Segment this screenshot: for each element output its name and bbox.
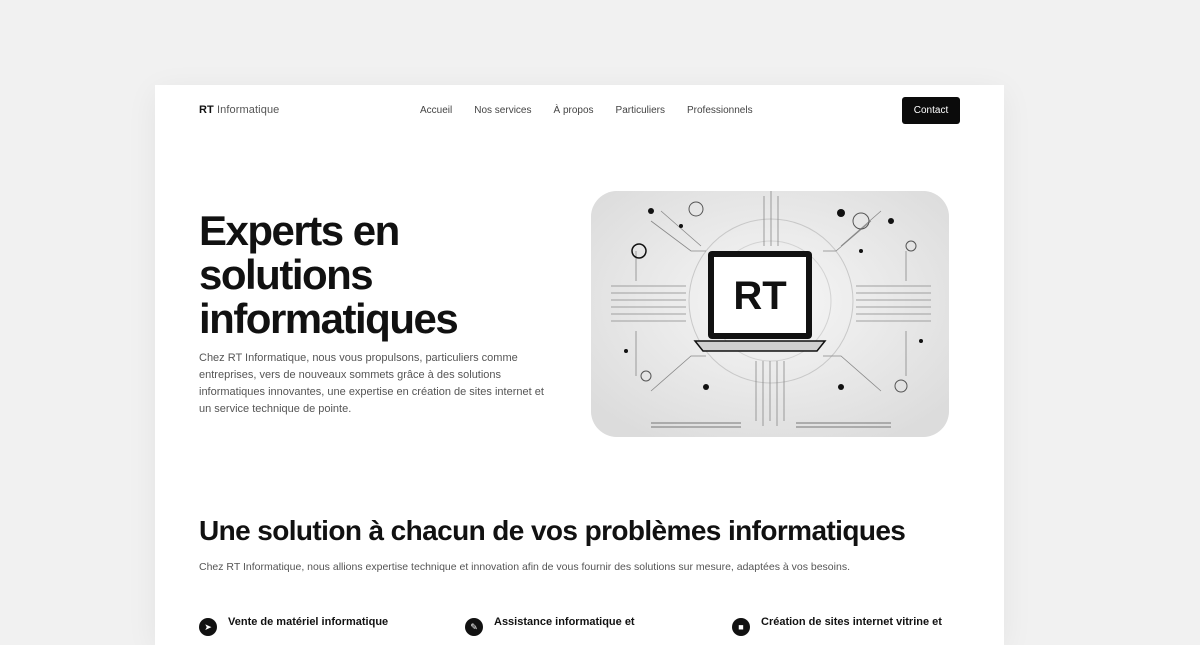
laptop-screen-label: RT xyxy=(733,274,786,318)
nav-link-professionnels[interactable]: Professionnels xyxy=(687,105,753,116)
nav-link-a-propos[interactable]: À propos xyxy=(554,105,594,116)
hero-description: Chez RT Informatique, nous vous propulso… xyxy=(199,352,544,415)
feature-assistance[interactable]: ✎ Assistance informatique et xyxy=(465,616,635,636)
logo-bold: RT xyxy=(199,104,214,116)
monitor-icon: ■ xyxy=(732,618,750,636)
logo-light: Informatique xyxy=(217,104,280,116)
hero-title-line: Experts en xyxy=(199,207,400,254)
feature-sales[interactable]: ➤ Vente de matériel informatique xyxy=(199,616,388,636)
hero-title-line: solutions xyxy=(199,251,374,298)
feature-label: Création de sites internet vitrine et xyxy=(761,616,942,628)
wrench-icon: ✎ xyxy=(465,618,483,636)
nav-menu: Accueil Nos services À propos Particulie… xyxy=(420,105,775,116)
section-description: Chez RT Informatique, nous allions exper… xyxy=(199,561,850,573)
website-card: RT Informatique Accueil Nos services À p… xyxy=(155,85,1004,645)
hero-title: Experts en solutions informatiques xyxy=(199,209,529,341)
hero-title-line: informatiques xyxy=(199,295,459,342)
circuit-laptop-illustration: RT xyxy=(591,191,949,437)
contact-button[interactable]: Contact xyxy=(902,97,960,124)
nav-link-services[interactable]: Nos services xyxy=(474,105,531,116)
feature-websites[interactable]: ■ Création de sites internet vitrine et xyxy=(732,616,942,636)
hero-image: RT xyxy=(591,191,949,437)
feature-label: Vente de matériel informatique xyxy=(228,616,389,628)
feature-label: Assistance informatique et xyxy=(494,616,635,628)
site-logo[interactable]: RT Informatique xyxy=(199,104,279,116)
section-title: Une solution à chacun de vos problèmes i… xyxy=(199,515,906,546)
nav-link-accueil[interactable]: Accueil xyxy=(420,105,452,116)
cart-icon: ➤ xyxy=(199,618,217,636)
nav-link-particuliers[interactable]: Particuliers xyxy=(616,105,665,116)
top-nav: RT Informatique Accueil Nos services À p… xyxy=(155,85,1004,135)
